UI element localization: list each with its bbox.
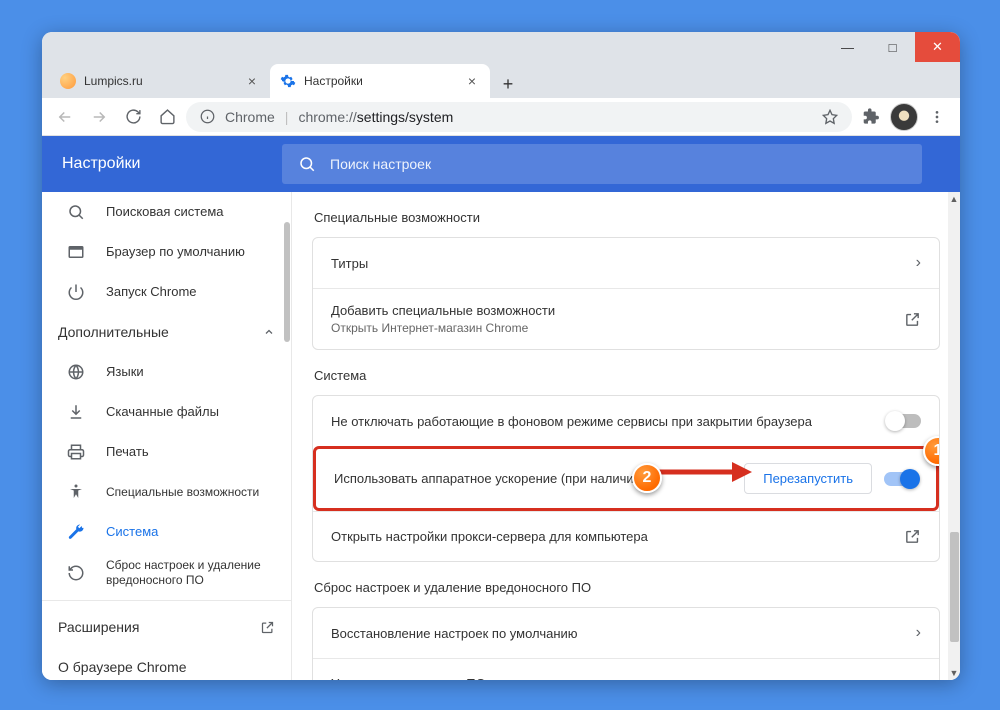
card-reset: Восстановление настроек по умолчанию › У… <box>312 607 940 680</box>
tab-settings[interactable]: Настройки × <box>270 64 490 98</box>
profile-avatar[interactable] <box>890 103 918 131</box>
section-title-system: Система <box>314 368 940 383</box>
section-title-accessibility: Специальные возможности <box>314 210 940 225</box>
extensions-icon[interactable] <box>856 102 886 132</box>
settings-title: Настройки <box>62 155 262 173</box>
annotation-arrow <box>654 457 754 487</box>
browser-window: — □ ✕ Lumpics.ru × Настройки × + Chrome … <box>42 32 960 680</box>
browser-icon <box>66 242 86 262</box>
wrench-icon <box>66 522 86 542</box>
omnibox-url-domain: chrome:// <box>298 109 356 125</box>
sidebar-item-system[interactable]: Система <box>42 512 291 552</box>
reload-button[interactable] <box>118 102 148 132</box>
search-icon <box>66 202 86 222</box>
open-external-icon <box>904 528 921 545</box>
open-external-icon <box>260 620 275 635</box>
sidebar-item-about[interactable]: О браузере Chrome <box>42 647 291 680</box>
settings-sidebar: Поисковая система Браузер по умолчанию З… <box>42 192 292 680</box>
favicon-settings-gear-icon <box>280 73 296 89</box>
toggle-hardware-acceleration[interactable] <box>884 472 918 486</box>
row-captions[interactable]: Титры › <box>313 238 939 288</box>
tab-lumpics[interactable]: Lumpics.ru × <box>50 64 270 98</box>
tab-strip: Lumpics.ru × Настройки × + <box>42 62 960 98</box>
print-icon <box>66 442 86 462</box>
chevron-right-icon: › <box>916 675 921 681</box>
download-icon <box>66 402 86 422</box>
row-restore-defaults[interactable]: Восстановление настроек по умолчанию › <box>313 608 939 658</box>
scroll-down-icon[interactable]: ▼ <box>948 666 960 680</box>
globe-icon <box>66 362 86 382</box>
bookmark-star-icon[interactable] <box>822 109 838 125</box>
favicon-lumpics <box>60 73 76 89</box>
row-background-apps[interactable]: Не отключать работающие в фоновом режиме… <box>313 396 939 446</box>
tab-close-icon[interactable]: × <box>464 73 480 89</box>
row-proxy-settings[interactable]: Открыть настройки прокси-сервера для ком… <box>313 511 939 561</box>
tab-close-icon[interactable]: × <box>244 73 260 89</box>
address-bar[interactable]: Chrome | chrome://settings/system <box>186 102 852 132</box>
kebab-menu-icon[interactable] <box>922 102 952 132</box>
card-system: Не отключать работающие в фоновом режиме… <box>312 395 940 562</box>
row-add-accessibility[interactable]: Добавить специальные возможности Открыть… <box>313 288 939 349</box>
settings-search-placeholder: Поиск настроек <box>330 156 431 172</box>
omnibox-url-path: settings/system <box>357 109 453 125</box>
sidebar-item-printing[interactable]: Печать <box>42 432 291 472</box>
row-cleanup[interactable]: Удалить вредоносное ПО с компьютера › <box>313 658 939 680</box>
home-button[interactable] <box>152 102 182 132</box>
restart-button[interactable]: Перезапустить <box>744 463 872 494</box>
scroll-up-icon[interactable]: ▲ <box>948 192 960 206</box>
back-button[interactable] <box>50 102 80 132</box>
sidebar-item-reset[interactable]: Сброс настроек и удаление вредоносного П… <box>42 552 291 594</box>
window-minimize-button[interactable]: — <box>825 32 870 62</box>
chevron-right-icon: › <box>916 624 921 642</box>
window-titlebar: — □ ✕ <box>42 32 960 62</box>
tab-title: Настройки <box>304 74 456 88</box>
search-icon <box>298 155 316 173</box>
new-tab-button[interactable]: + <box>494 70 522 98</box>
site-info-icon[interactable] <box>200 109 215 124</box>
omnibox-security-label: Chrome <box>225 109 275 125</box>
sidebar-item-downloads[interactable]: Скачанные файлы <box>42 392 291 432</box>
power-icon <box>66 282 86 302</box>
toggle-background-apps[interactable] <box>887 414 921 428</box>
chevron-right-icon: › <box>916 254 921 272</box>
sidebar-item-search-engine[interactable]: Поисковая система <box>42 192 291 232</box>
sidebar-item-languages[interactable]: Языки <box>42 352 291 392</box>
chevron-up-icon <box>263 326 275 338</box>
sidebar-scrollbar[interactable] <box>281 192 291 680</box>
window-maximize-button[interactable]: □ <box>870 32 915 62</box>
settings-search-input[interactable]: Поиск настроек <box>282 144 922 184</box>
row-hardware-acceleration[interactable]: Использовать аппаратное ускорение (при н… <box>313 446 939 511</box>
window-close-button[interactable]: ✕ <box>915 32 960 62</box>
sidebar-item-default-browser[interactable]: Браузер по умолчанию <box>42 232 291 272</box>
card-accessibility: Титры › Добавить специальные возможности… <box>312 237 940 350</box>
restore-icon <box>66 563 86 583</box>
sidebar-item-extensions[interactable]: Расширения <box>42 607 291 647</box>
accessibility-icon <box>66 482 86 502</box>
tab-title: Lumpics.ru <box>84 74 236 88</box>
settings-main: Специальные возможности Титры › Добавить… <box>292 192 960 680</box>
annotation-badge-2: 2 <box>632 463 662 493</box>
settings-header: Настройки Поиск настроек <box>42 136 960 192</box>
forward-button[interactable] <box>84 102 114 132</box>
sidebar-item-accessibility[interactable]: Специальные возможности <box>42 472 291 512</box>
sidebar-item-on-startup[interactable]: Запуск Chrome <box>42 272 291 312</box>
open-external-icon <box>904 311 921 328</box>
main-scrollbar[interactable]: ▲ ▼ <box>948 192 960 680</box>
browser-toolbar: Chrome | chrome://settings/system <box>42 98 960 136</box>
sidebar-advanced-toggle[interactable]: Дополнительные <box>42 312 291 352</box>
section-title-reset: Сброс настроек и удаление вредоносного П… <box>314 580 940 595</box>
